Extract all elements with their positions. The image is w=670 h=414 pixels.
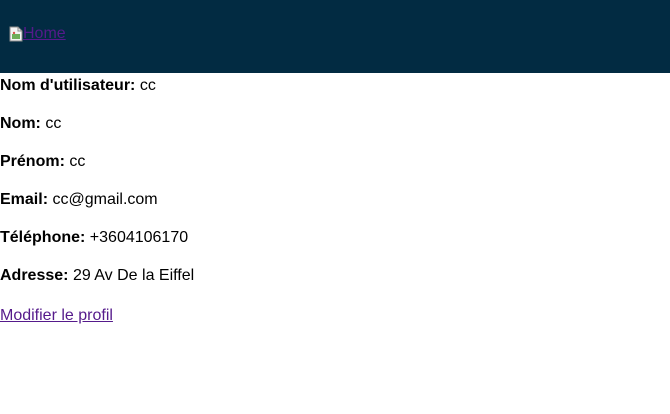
email-value: cc@gmail.com	[52, 191, 158, 208]
home-link-text: Home	[23, 25, 66, 42]
header-bar: Home	[0, 0, 670, 73]
email-label: Email:	[0, 191, 49, 208]
email-row: Email: cc@gmail.com	[0, 191, 158, 209]
phone-label: Téléphone:	[0, 229, 86, 246]
username-label: Nom d'utilisateur:	[0, 77, 136, 94]
address-row: Adresse: 29 Av De la Eiffel	[0, 267, 194, 285]
address-value: 29 Av De la Eiffel	[72, 267, 195, 284]
address-label: Adresse:	[0, 267, 69, 284]
firstname-value: cc	[69, 153, 86, 170]
edit-profile-link[interactable]: Modifier le profil	[0, 307, 113, 325]
firstname-label: Prénom:	[0, 153, 65, 170]
lastname-value: cc	[45, 115, 62, 132]
username-value: cc	[139, 77, 156, 94]
phone-value: +3604106170	[89, 229, 189, 246]
firstname-row: Prénom: cc	[0, 153, 85, 171]
lastname-row: Nom: cc	[0, 115, 61, 133]
phone-row: Téléphone: +3604106170	[0, 229, 188, 247]
username-row: Nom d'utilisateur: cc	[0, 77, 156, 95]
lastname-label: Nom:	[0, 115, 41, 132]
home-link[interactable]: Home	[9, 25, 66, 43]
broken-image-icon	[9, 26, 23, 42]
